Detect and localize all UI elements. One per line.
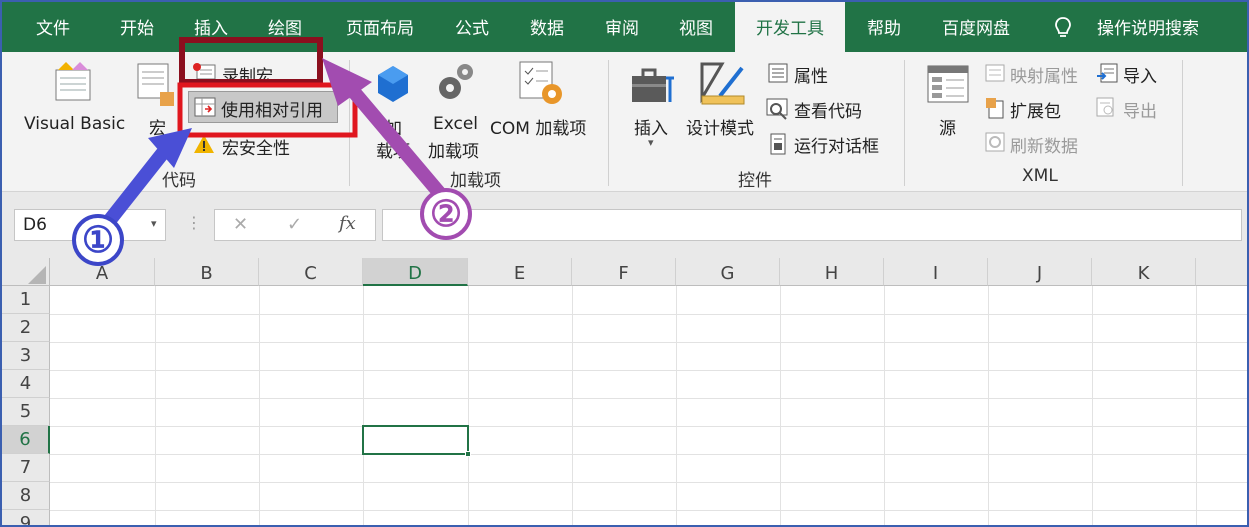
step-1-label: ① — [81, 219, 115, 261]
annotation-overlay — [72, 37, 472, 266]
record-macro-highlight-box — [179, 37, 323, 85]
excel-window: 文件 开始 插入 绘图 页面布局 公式 数据 审阅 视图 开发工具 帮助 百度网… — [0, 0, 1249, 527]
relative-reference-highlight-box — [177, 82, 358, 138]
arrow-2 — [322, 58, 449, 203]
step-2-label: ② — [429, 193, 463, 235]
